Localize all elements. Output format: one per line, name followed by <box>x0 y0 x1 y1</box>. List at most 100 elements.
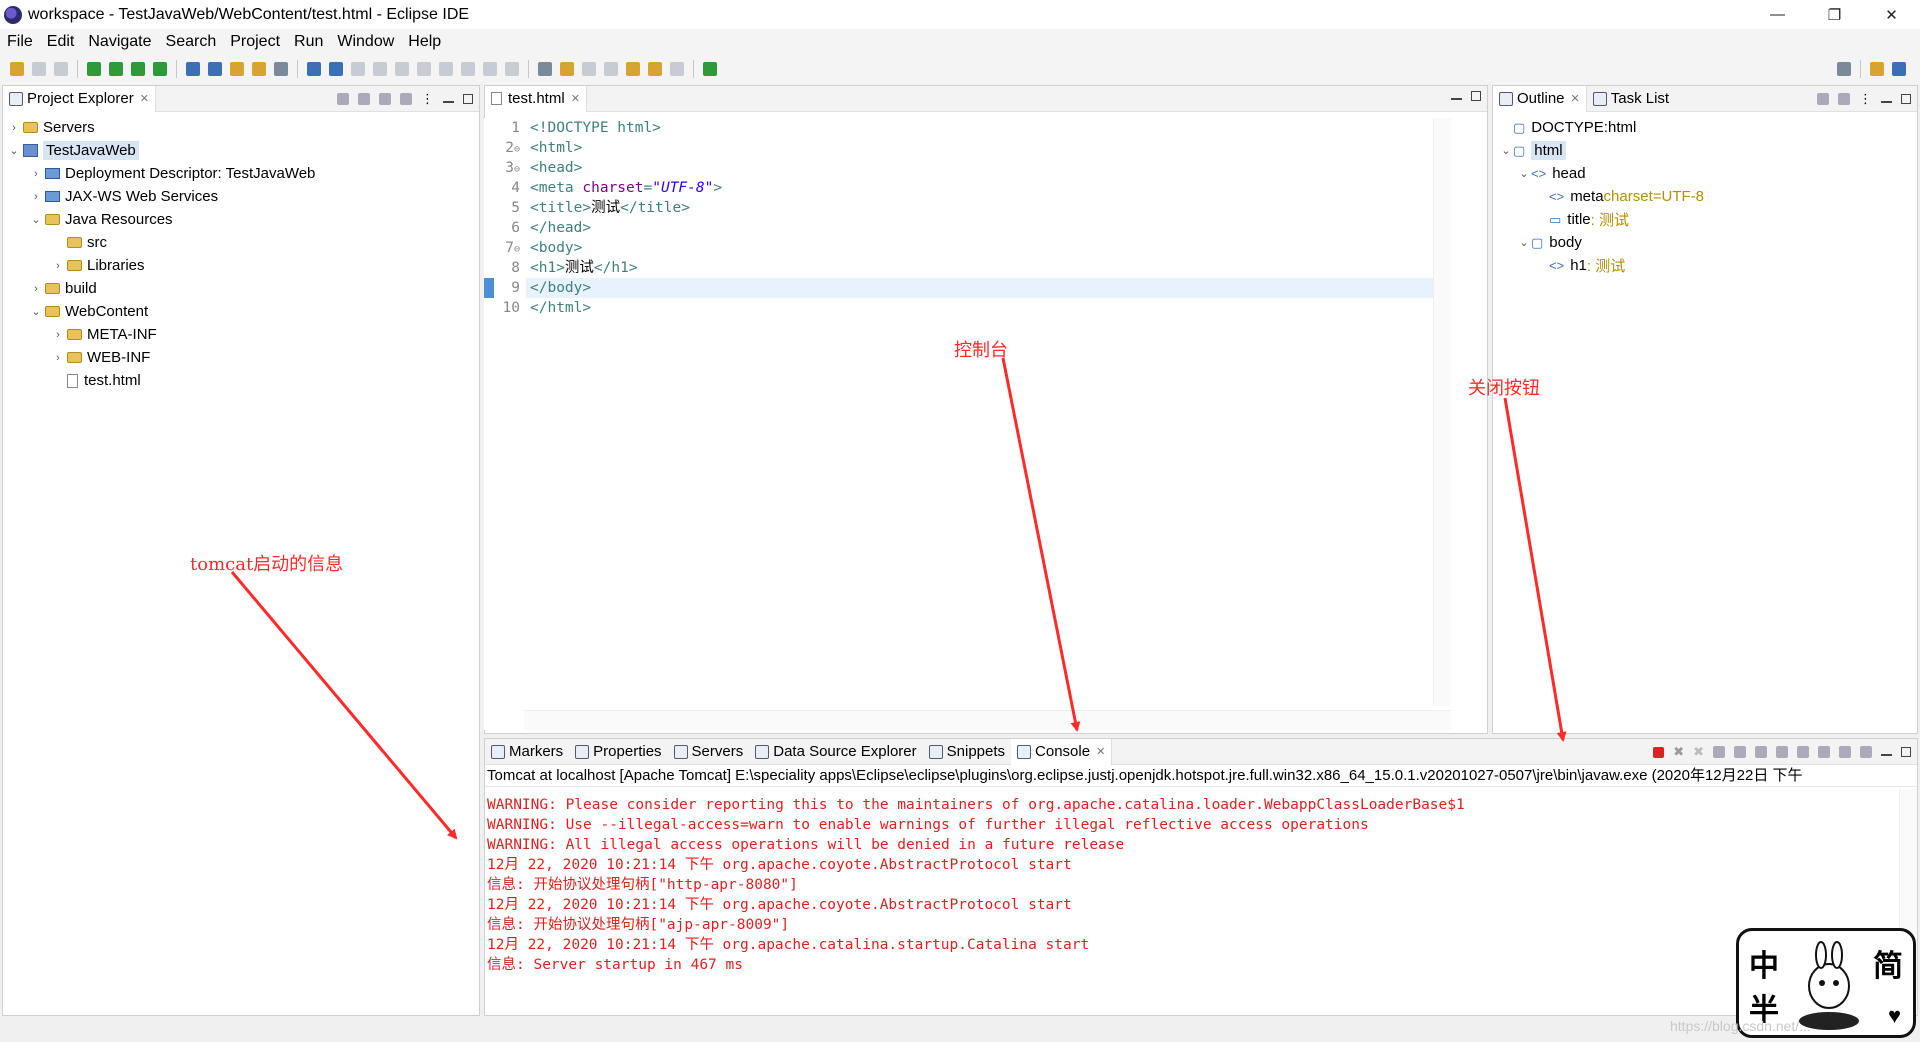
fold-toggle-icon[interactable]: ⊖ <box>514 244 520 255</box>
menu-file[interactable]: File <box>7 33 33 51</box>
code-line[interactable]: </body> <box>526 278 1451 298</box>
tab-console[interactable]: Console ✕ <box>1011 738 1113 765</box>
outline-item[interactable]: ▭ title : 测试 <box>1493 208 1917 231</box>
tab-snippets[interactable]: Snippets <box>923 739 1011 765</box>
outline-item[interactable]: ⌄ ▢ html <box>1493 139 1917 162</box>
show-stderr-icon[interactable] <box>1797 746 1809 758</box>
forward-icon[interactable] <box>670 62 684 76</box>
tree-item[interactable]: › build <box>3 277 479 300</box>
tab-task-list[interactable]: Task List <box>1587 86 1675 112</box>
close-window-button[interactable]: ✕ <box>1863 0 1920 29</box>
menu-help[interactable]: Help <box>408 33 441 51</box>
tab-outline[interactable]: Outline ✕ <box>1493 85 1587 112</box>
prev-annotation-icon[interactable] <box>604 62 618 76</box>
save-icon[interactable] <box>32 62 46 76</box>
terminate-icon[interactable] <box>417 62 431 76</box>
tab-test-html[interactable]: test.html ✕ <box>485 85 587 112</box>
fold-toggle-icon[interactable]: ⊖ <box>514 144 520 155</box>
terminal-icon[interactable] <box>329 62 343 76</box>
code-editor[interactable]: 1 2⊖ 3⊖ 4 5 6 7⊖ 8 9 10 <!DOCTYPE html> <html> <hea… <box>484 118 1451 730</box>
collapse-all-icon[interactable] <box>337 93 349 105</box>
maximize-view-icon[interactable] <box>1901 94 1911 104</box>
tab-markers[interactable]: Markers <box>485 739 569 765</box>
tab-servers[interactable]: Servers <box>668 739 750 765</box>
step-over-icon[interactable] <box>483 62 497 76</box>
code-line[interactable]: <title>测试</title> <box>526 198 1451 218</box>
tree-item[interactable]: › WEB-INF <box>3 346 479 369</box>
code-line[interactable]: </html> <box>526 298 1451 318</box>
expand-icon[interactable]: › <box>51 260 65 272</box>
pin-editor-icon[interactable] <box>703 62 717 76</box>
view-menu-icon[interactable]: ⋮ <box>421 91 434 107</box>
code-line[interactable]: <body> <box>526 238 1451 258</box>
outline-item[interactable]: <> meta charset=UTF-8 <box>1493 185 1917 208</box>
expand-icon[interactable]: › <box>7 122 21 134</box>
coverage-icon[interactable] <box>131 62 145 76</box>
search-icon[interactable] <box>274 62 288 76</box>
horizontal-scrollbar[interactable] <box>524 710 1451 730</box>
tree-item[interactable]: › Servers <box>3 116 479 139</box>
expand-icon[interactable]: › <box>29 191 43 203</box>
close-tab-icon[interactable]: ✕ <box>571 92 580 105</box>
clear-console-icon[interactable] <box>1713 746 1725 758</box>
last-edit-icon[interactable] <box>626 62 640 76</box>
remove-launch-icon[interactable]: ✖ <box>1673 744 1684 760</box>
disconnect-icon[interactable] <box>439 62 453 76</box>
tree-item[interactable]: ⌄ TestJavaWeb <box>3 139 479 162</box>
expand-icon[interactable]: ⌄ <box>29 213 43 226</box>
save-all-icon[interactable] <box>54 62 68 76</box>
word-wrap-icon[interactable] <box>1755 746 1767 758</box>
menu-window[interactable]: Window <box>337 33 394 51</box>
restore-button[interactable]: ❐ <box>1806 0 1863 29</box>
run-icon[interactable] <box>109 62 123 76</box>
step-return-icon[interactable] <box>505 62 519 76</box>
new-icon[interactable] <box>10 62 24 76</box>
focus-icon[interactable] <box>400 93 412 105</box>
menu-navigate[interactable]: Navigate <box>88 33 151 51</box>
new-server-icon[interactable] <box>186 62 200 76</box>
suspend-icon[interactable] <box>395 62 409 76</box>
maximize-view-icon[interactable] <box>463 94 473 104</box>
tree-item[interactable]: ⌄ WebContent <box>3 300 479 323</box>
outline-item[interactable]: ⌄ ▢ body <box>1493 231 1917 254</box>
code-area[interactable]: <!DOCTYPE html> <html> <head> <meta charset… <box>526 118 1451 318</box>
maximize-view-icon[interactable] <box>1471 91 1481 101</box>
open-console-icon[interactable] <box>1860 746 1872 758</box>
tab-project-explorer[interactable]: Project Explorer ✕ <box>3 85 156 112</box>
show-stdout-icon[interactable] <box>1776 746 1788 758</box>
java-ee-perspective-icon[interactable] <box>1892 62 1906 76</box>
step-into-icon[interactable] <box>461 62 475 76</box>
filter-icon[interactable] <box>379 93 391 105</box>
code-line[interactable]: <head> <box>526 158 1451 178</box>
menu-project[interactable]: Project <box>230 33 280 51</box>
expand-icon[interactable]: ⌄ <box>1517 167 1531 180</box>
menu-search[interactable]: Search <box>166 33 217 51</box>
view-menu-icon[interactable]: ⋮ <box>1859 91 1872 107</box>
sort-icon[interactable] <box>1817 93 1829 105</box>
code-line[interactable]: </head> <box>526 218 1451 238</box>
tree-item[interactable]: › META-INF <box>3 323 479 346</box>
vertical-scrollbar[interactable] <box>1433 118 1451 706</box>
tree-item[interactable]: ⌄ Java Resources <box>3 208 479 231</box>
collapse-all-icon[interactable] <box>1838 93 1850 105</box>
maximize-view-icon[interactable] <box>1901 747 1911 757</box>
open-task-icon[interactable] <box>252 62 266 76</box>
terminate-button[interactable] <box>1653 746 1665 758</box>
menu-edit[interactable]: Edit <box>47 33 75 51</box>
minimize-view-icon[interactable] <box>1881 101 1892 103</box>
minimize-button[interactable]: — <box>1749 0 1806 29</box>
code-line[interactable]: <h1>测试</h1> <box>526 258 1451 278</box>
expand-icon[interactable]: ⌄ <box>1517 236 1531 249</box>
search-icon[interactable] <box>1837 62 1851 76</box>
menu-run[interactable]: Run <box>294 33 323 51</box>
expand-icon[interactable]: ⌄ <box>7 144 21 157</box>
new-class-icon[interactable] <box>208 62 222 76</box>
scroll-lock-icon[interactable] <box>1734 746 1746 758</box>
close-tab-icon[interactable]: ✕ <box>140 92 149 105</box>
close-tab-icon[interactable]: ✕ <box>1096 745 1105 758</box>
outline-item[interactable]: ▢ DOCTYPE:html <box>1493 116 1917 139</box>
tree-item[interactable]: src <box>3 231 479 254</box>
tree-item[interactable]: test.html <box>3 369 479 392</box>
code-line[interactable]: <!DOCTYPE html> <box>526 118 1451 138</box>
expand-icon[interactable]: › <box>29 283 43 295</box>
